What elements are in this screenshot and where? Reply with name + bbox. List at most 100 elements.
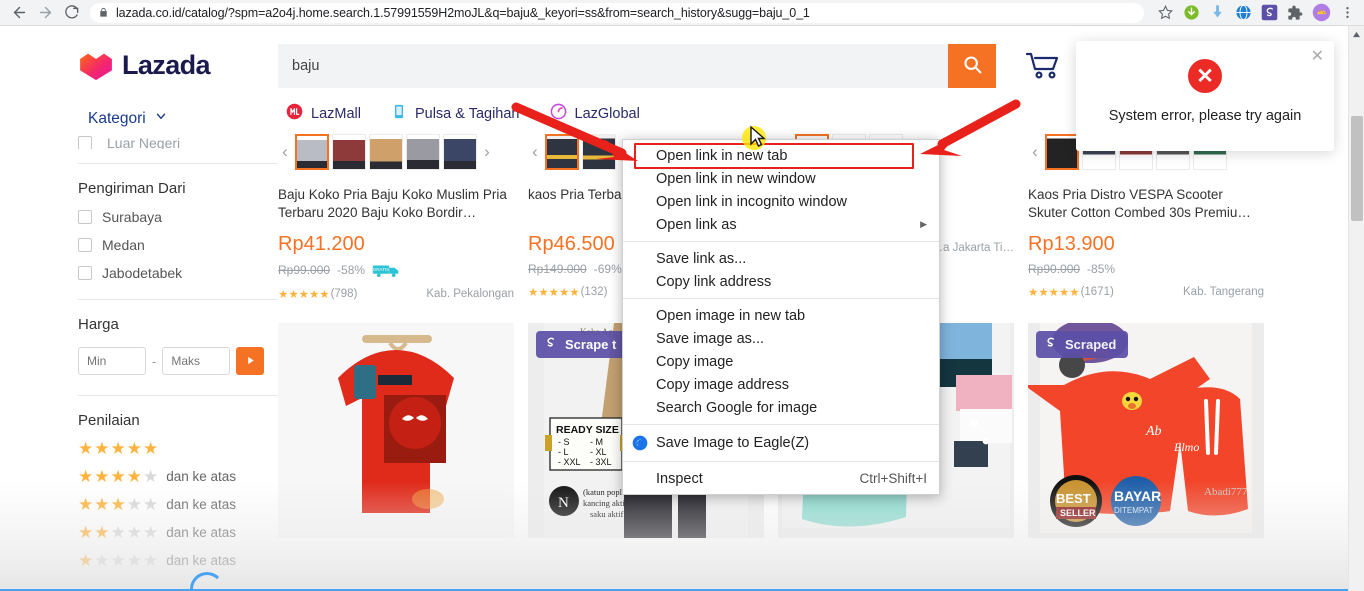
price-apply-button[interactable] bbox=[236, 347, 265, 375]
profile-avatar-icon[interactable] bbox=[1308, 0, 1334, 26]
download-blue-icon[interactable] bbox=[1204, 0, 1230, 26]
kategori-dropdown[interactable]: Kategori bbox=[78, 109, 278, 128]
lazglobal-icon bbox=[550, 103, 567, 124]
price-min-input[interactable] bbox=[78, 347, 146, 375]
checkbox-surabaya[interactable] bbox=[78, 210, 92, 224]
lazada-heart-logo bbox=[80, 53, 112, 80]
context-menu-item-open-image-new-tab[interactable]: Open image in new tab bbox=[623, 304, 939, 327]
product-old-price: Rp149.000 bbox=[528, 262, 587, 276]
star-outline-icon[interactable] bbox=[1152, 0, 1178, 26]
filter-item-luar-negeri[interactable]: Luar Negeri bbox=[78, 136, 278, 149]
chevron-right-icon: ▶ bbox=[920, 219, 927, 229]
scraper-logo-icon bbox=[542, 335, 558, 354]
product-title[interactable]: Kaos Pria Distro VESPA Scooter Skuter Co… bbox=[1028, 186, 1264, 223]
puzzle-extensions-icon[interactable] bbox=[1282, 0, 1308, 26]
product-rating-count: (132) bbox=[580, 286, 608, 298]
product-title[interactable]: Baju Koko Pria Baju Koko Muslim Pria Ter… bbox=[278, 186, 514, 223]
eagle-icon bbox=[632, 435, 648, 455]
forward-icon[interactable] bbox=[32, 0, 58, 26]
thumbnail[interactable] bbox=[582, 134, 616, 170]
context-menu-item-save-link-as[interactable]: Save link as... bbox=[623, 247, 939, 270]
rating-label-2: dan ke atas bbox=[166, 525, 237, 540]
thumbnail[interactable] bbox=[1045, 134, 1079, 170]
thumb-prev-arrow-icon[interactable]: ‹ bbox=[1028, 142, 1042, 162]
thumb-prev-arrow-icon[interactable]: ‹ bbox=[528, 142, 542, 162]
scraper-purple-icon[interactable] bbox=[1256, 0, 1282, 26]
close-icon[interactable]: ✕ bbox=[1311, 49, 1324, 65]
thumbnail[interactable] bbox=[545, 134, 579, 170]
download-green-icon[interactable] bbox=[1178, 0, 1204, 26]
scrape-badge-label: Scrape t bbox=[565, 337, 617, 352]
context-menu-label: Copy link address bbox=[656, 273, 772, 290]
lazada-logo[interactable]: Lazada bbox=[78, 26, 278, 81]
svg-text:- XL: - XL bbox=[590, 447, 607, 457]
product-image-cell[interactable]: Scraped Elmo BEST SELLER BAYAR DITEMPAT … bbox=[1028, 323, 1278, 538]
scrollbar-up-arrow-icon[interactable] bbox=[1349, 26, 1364, 43]
product-image[interactable] bbox=[278, 323, 514, 538]
context-menu-item-save-image-to-eagle[interactable]: Save Image to Eagle(Z) bbox=[623, 430, 939, 456]
cart-button[interactable] bbox=[1024, 50, 1064, 82]
nav-chip-lazmall[interactable]: LazMall bbox=[286, 103, 361, 124]
rating-filter-5[interactable]: ★ ★ ★ ★ ★ bbox=[78, 440, 278, 457]
thumb-prev-arrow-icon[interactable]: ‹ bbox=[278, 142, 292, 162]
filter-item-surabaya[interactable]: Surabaya bbox=[78, 209, 278, 225]
thumbnail[interactable] bbox=[295, 134, 329, 170]
context-menu-item-open-link-incognito[interactable]: Open link in incognito window bbox=[623, 190, 939, 213]
reload-icon[interactable] bbox=[58, 0, 84, 26]
context-menu-item-open-link-new-tab[interactable]: Open link in new tab bbox=[623, 144, 939, 167]
search-input[interactable] bbox=[278, 44, 948, 88]
thumbnail[interactable] bbox=[443, 134, 477, 170]
product-price-meta: Rp99.000 -58% GRATIS bbox=[278, 262, 514, 278]
scraped-badge[interactable]: Scraped bbox=[1036, 331, 1129, 358]
rating-filter-2[interactable]: ★ ★ ★ ★ ★ dan ke atas bbox=[78, 524, 278, 541]
context-menu-label: Open link in incognito window bbox=[656, 193, 848, 210]
globe-blue-icon[interactable] bbox=[1230, 0, 1256, 26]
context-menu-item-save-image-as[interactable]: Save image as... bbox=[623, 327, 939, 350]
search-icon bbox=[962, 54, 983, 78]
scraper-logo-icon bbox=[1042, 335, 1058, 354]
context-menu-label: Save Image to Eagle(Z) bbox=[656, 435, 810, 451]
rating-filter-4[interactable]: ★ ★ ★ ★ ★ dan ke atas bbox=[78, 468, 278, 485]
context-menu-label: Save image as... bbox=[656, 330, 764, 347]
context-menu-item-open-link-as[interactable]: Open link as ▶ bbox=[623, 213, 939, 236]
context-menu-item-inspect[interactable]: Inspect Ctrl+Shift+I bbox=[623, 467, 939, 490]
rating-filter-1[interactable]: ★ ★ ★ ★ ★ dan ke atas bbox=[78, 552, 278, 569]
thumbnail[interactable] bbox=[369, 134, 403, 170]
svg-text:saku aktif: saku aktif bbox=[590, 509, 623, 519]
price-max-input[interactable] bbox=[162, 347, 231, 375]
product-location: …a Jakarta Ti… bbox=[931, 242, 1014, 254]
address-bar[interactable]: lazada.co.id/catalog/?spm=a2o4j.home.sea… bbox=[90, 2, 1144, 23]
svg-text:READY SIZE :: READY SIZE : bbox=[556, 424, 625, 436]
checkbox-luar-negeri[interactable] bbox=[78, 136, 92, 149]
scrollbar-thumb[interactable] bbox=[1351, 116, 1363, 221]
url-text: lazada.co.id/catalog/?spm=a2o4j.home.sea… bbox=[116, 5, 810, 20]
context-menu-item-copy-link-address[interactable]: Copy link address bbox=[623, 270, 939, 293]
product-card[interactable]: ‹ Kaos Pria Distro VESPA Scooter Skuter … bbox=[1028, 132, 1278, 301]
rating-filter-3[interactable]: ★ ★ ★ ★ ★ dan ke atas bbox=[78, 496, 278, 513]
context-menu-item-open-link-new-window[interactable]: Open link in new window bbox=[623, 167, 939, 190]
thumb-next-arrow-icon[interactable]: › bbox=[480, 142, 494, 162]
page-scrollbar[interactable] bbox=[1348, 26, 1364, 591]
context-menu-item-search-google-for-image[interactable]: Search Google for image bbox=[623, 396, 939, 419]
thumbnail[interactable] bbox=[332, 134, 366, 170]
nav-chip-lazglobal[interactable]: LazGlobal bbox=[550, 103, 640, 124]
back-icon[interactable] bbox=[6, 0, 32, 26]
filter-item-jabodetabek[interactable]: Jabodetabek bbox=[78, 265, 278, 281]
context-menu-item-copy-image-address[interactable]: Copy image address bbox=[623, 373, 939, 396]
scraped-badge-label: Scraped bbox=[1065, 337, 1117, 352]
checkbox-jabodetabek[interactable] bbox=[78, 266, 92, 280]
product-image-cell[interactable] bbox=[278, 323, 528, 538]
product-stars: ★ ★ ★ ★ ★ bbox=[1028, 287, 1080, 299]
search-button[interactable] bbox=[948, 44, 996, 88]
nav-chip-pulsa[interactable]: Pulsa & Tagihan bbox=[391, 103, 520, 124]
context-menu-item-copy-image[interactable]: Copy image bbox=[623, 350, 939, 373]
filter-item-medan[interactable]: Medan bbox=[78, 237, 278, 253]
thumbnail[interactable] bbox=[406, 134, 440, 170]
three-dot-menu-icon[interactable] bbox=[1334, 0, 1360, 26]
nav-chip-label-lazmall: LazMall bbox=[311, 105, 361, 122]
scrape-badge[interactable]: Scrape t bbox=[536, 331, 629, 358]
checkbox-medan[interactable] bbox=[78, 238, 92, 252]
context-menu-label: Copy image address bbox=[656, 376, 789, 393]
product-card[interactable]: ‹ › Baju Koko Pria Baju Koko Muslim Pria… bbox=[278, 132, 528, 301]
price-filter: - bbox=[78, 347, 278, 375]
